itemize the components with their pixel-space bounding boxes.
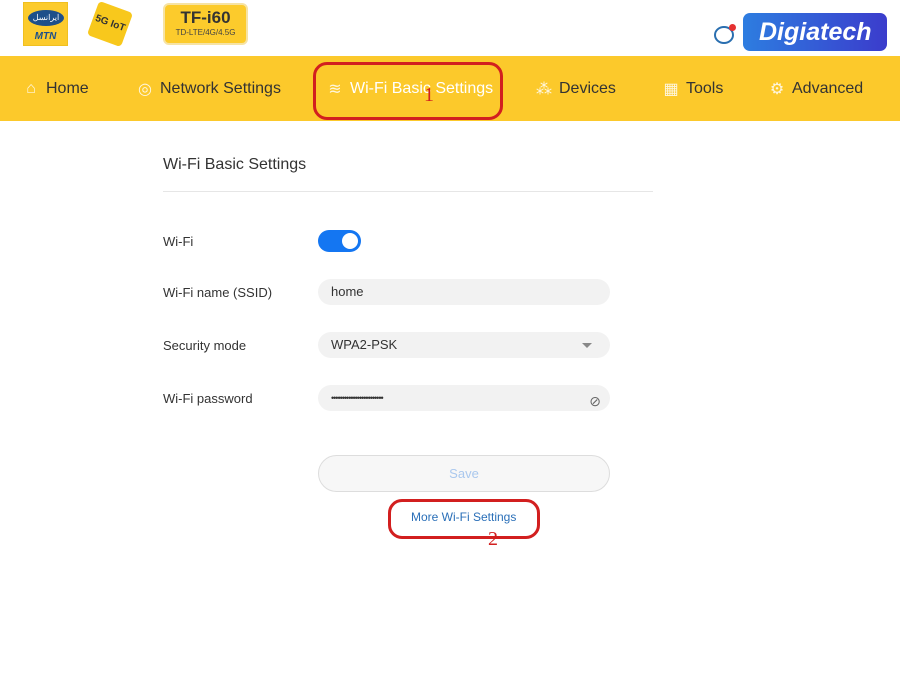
globe-icon: ◎: [138, 80, 152, 98]
chat-icon[interactable]: [714, 24, 736, 44]
device-subtitle: TD-LTE/4G/4.5G: [175, 28, 236, 37]
mtn-farsi-text: ایرانسل: [28, 10, 64, 26]
password-label: Wi-Fi password: [163, 391, 253, 406]
ssid-input[interactable]: home: [318, 279, 610, 305]
security-mode-select[interactable]: WPA2-PSK: [318, 332, 610, 358]
nav-devices[interactable]: ⁂ Devices: [535, 56, 616, 121]
tools-icon: ▦: [663, 80, 679, 98]
nav-label: Devices: [559, 79, 616, 97]
toggle-knob: [342, 233, 358, 249]
nav-advanced[interactable]: ⚙ Advanced: [768, 56, 863, 121]
password-input[interactable]: •••••••••••••••••••••••• ⊘: [318, 385, 610, 411]
wifi-label: Wi-Fi: [163, 234, 194, 249]
divider: [163, 191, 653, 192]
password-value: ••••••••••••••••••••••••: [331, 393, 384, 403]
device-logo: TF-i60 TD-LTE/4G/4.5G: [163, 3, 248, 45]
page-title: Wi-Fi Basic Settings: [163, 156, 307, 173]
digiatech-logo: Digiatech: [743, 13, 887, 51]
device-model: TF-i60: [180, 8, 231, 27]
nav-label: Advanced: [792, 79, 864, 97]
annotation-circle-2: [388, 499, 540, 539]
chevron-down-icon: [582, 343, 592, 348]
mtn-logo: ایرانسل MTN: [23, 2, 68, 46]
mtn-text: MTN: [34, 31, 57, 42]
eye-slash-icon[interactable]: ⊘: [589, 388, 601, 414]
5g-iot-logo: 5G IoT: [86, 0, 134, 48]
security-mode-label: Security mode: [163, 338, 247, 353]
home-icon: ⌂: [26, 79, 36, 97]
nav-network-settings[interactable]: ◎ Network Settings: [136, 56, 281, 121]
nav-tools[interactable]: ▦ Tools: [662, 56, 723, 121]
save-button[interactable]: Save: [318, 455, 610, 492]
wifi-toggle[interactable]: [318, 230, 361, 252]
nav-label: Network Settings: [160, 79, 281, 97]
annotation-number-1: 1: [424, 84, 434, 106]
nav-label: Home: [46, 79, 89, 97]
security-mode-value: WPA2-PSK: [331, 337, 398, 352]
annotation-circle-1: [313, 62, 503, 120]
nav-home[interactable]: ⌂ Home: [22, 56, 89, 121]
devices-icon: ⁂: [536, 80, 552, 98]
ssid-label: Wi-Fi name (SSID): [163, 285, 273, 300]
gear-icon: ⚙: [769, 80, 785, 98]
nav-label: Tools: [686, 79, 724, 97]
annotation-number-2: 2: [488, 528, 498, 550]
